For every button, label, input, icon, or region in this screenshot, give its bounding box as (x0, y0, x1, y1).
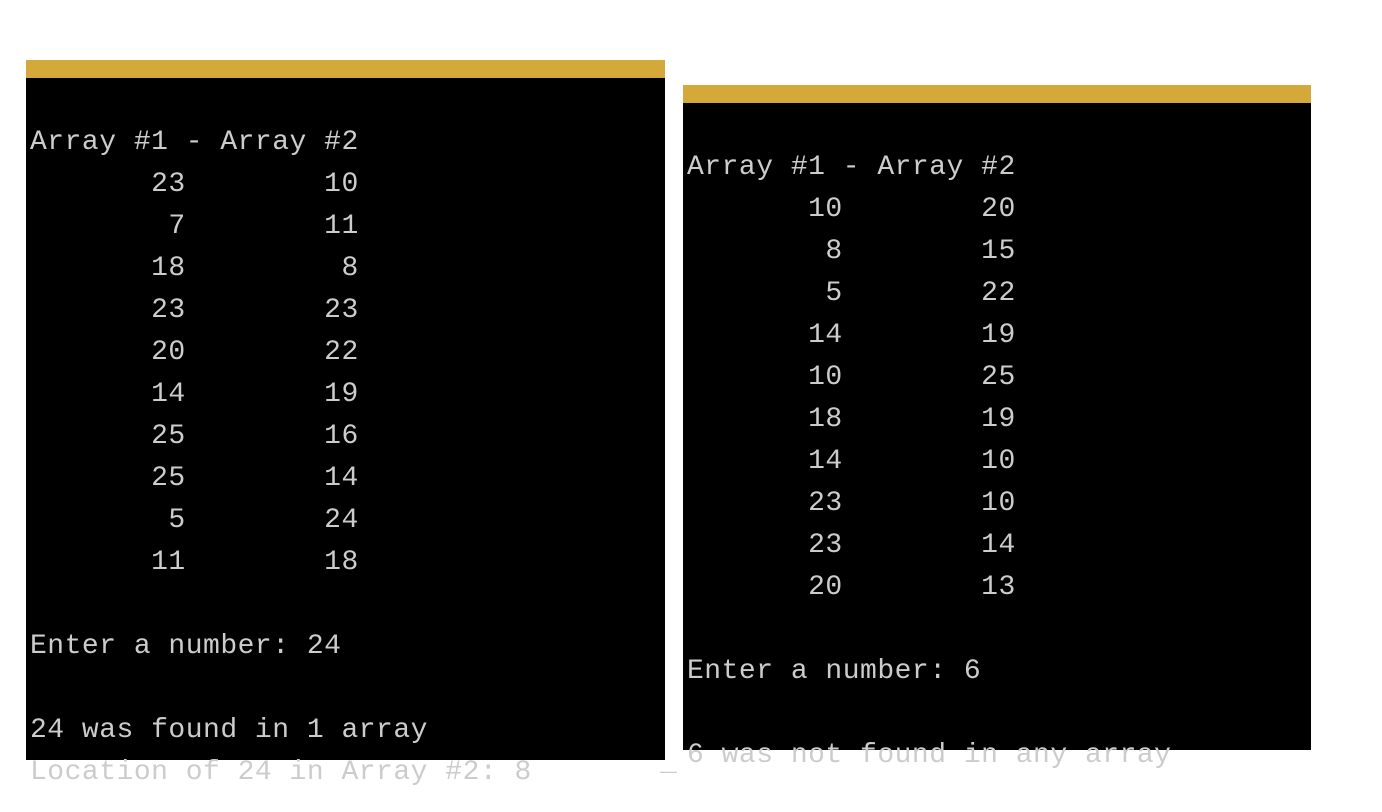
terminal-window-right[interactable]: Array #1 - Array #2 10 20 8 15 5 22 14 1… (683, 85, 1311, 750)
data-row: 25 14 (30, 463, 359, 494)
terminal-content-left: Array #1 - Array #2 23 10 7 11 18 8 23 2… (26, 78, 665, 796)
data-row: 5 22 (687, 278, 1016, 309)
data-row: 10 25 (687, 362, 1016, 393)
data-row: 11 18 (30, 547, 359, 578)
data-row: 14 19 (30, 379, 359, 410)
data-row: 18 8 (30, 253, 359, 284)
result-line: Location of 24 in Array #2: 8 (30, 757, 532, 788)
data-row: 20 13 (687, 572, 1016, 603)
data-row: 18 19 (687, 404, 1016, 435)
data-row: 20 22 (30, 337, 359, 368)
input-prompt: Enter a number: 6 (687, 656, 981, 687)
terminal-window-left[interactable]: Array #1 - Array #2 23 10 7 11 18 8 23 2… (26, 60, 665, 760)
array-header: Array #1 - Array #2 (687, 152, 1016, 183)
terminal-content-right: Array #1 - Array #2 10 20 8 15 5 22 14 1… (683, 103, 1311, 779)
array-header: Array #1 - Array #2 (30, 127, 359, 158)
result-line: 6 was not found in any array (687, 740, 1171, 771)
data-row: 8 15 (687, 236, 1016, 267)
data-row: 5 24 (30, 505, 359, 536)
titlebar-left (26, 60, 665, 78)
data-row: 25 16 (30, 421, 359, 452)
data-row: 7 11 (30, 211, 359, 242)
data-row: 14 10 (687, 446, 1016, 477)
data-row: 23 10 (30, 169, 359, 200)
titlebar-right (683, 85, 1311, 103)
result-line: 24 was found in 1 array (30, 715, 428, 746)
data-row: 14 19 (687, 320, 1016, 351)
data-row: 23 14 (687, 530, 1016, 561)
data-row: 23 23 (30, 295, 359, 326)
text-cursor: _ (660, 748, 677, 779)
data-row: 23 10 (687, 488, 1016, 519)
data-row: 10 20 (687, 194, 1016, 225)
input-prompt: Enter a number: 24 (30, 631, 341, 662)
